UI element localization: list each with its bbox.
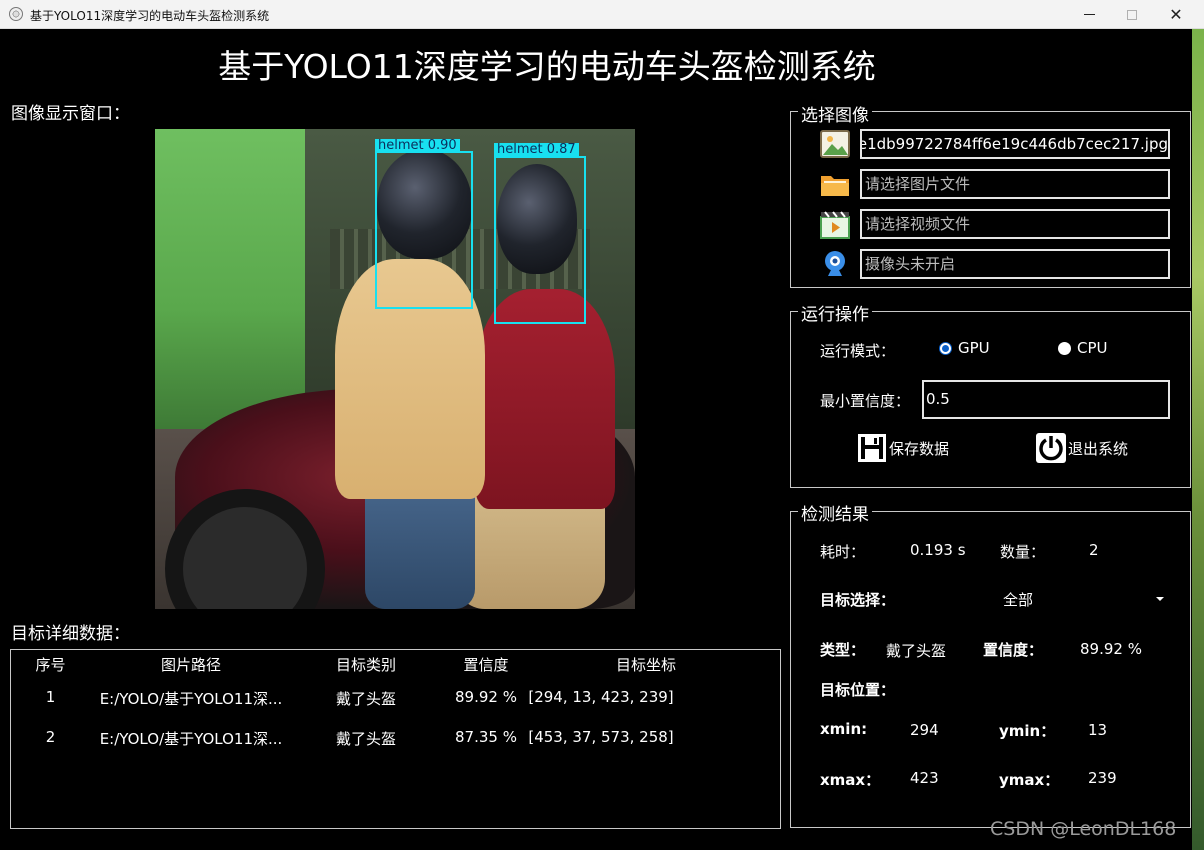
confidence-value: 89.92 % <box>1080 640 1142 658</box>
cell-path: E:/YOLO/基于YOLO11深... <box>99 690 283 708</box>
count-label: 数量： <box>1000 543 1046 561</box>
window-titlebar: 基于YOLO11深度学习的电动车头盔检测系统 ✕ <box>0 0 1204 29</box>
cell-coords: [453, 37, 573, 258] <box>528 728 674 746</box>
ymin-value: 13 <box>1088 721 1108 739</box>
image-path-field[interactable]: 8e1db99722784ff6e19c446db7cec217.jpg <box>860 129 1170 159</box>
cell-index: 2 <box>45 728 56 746</box>
column-header[interactable]: 图片路径 <box>111 654 271 675</box>
gpu-radio[interactable] <box>939 342 952 355</box>
xmin-value: 294 <box>910 721 939 739</box>
detection-box <box>375 151 473 309</box>
detection-results-title: 检测结果 <box>798 500 872 525</box>
exit-system-label: 退出系统 <box>1068 439 1129 458</box>
column-header[interactable]: 序号 <box>23 654 78 675</box>
minimize-button[interactable] <box>1066 0 1112 29</box>
cell-index: 1 <box>45 688 56 706</box>
detection-box <box>494 156 586 324</box>
video-icon[interactable] <box>820 209 850 239</box>
select-image-title: 选择图像 <box>798 101 872 126</box>
target-select-label: 目标选择： <box>820 591 896 609</box>
detection-label: helmet 0.90 <box>375 139 460 153</box>
xmax-value: 423 <box>910 769 939 787</box>
cell-path: E:/YOLO/基于YOLO11深... <box>99 730 283 748</box>
time-value: 0.193 s <box>910 541 966 559</box>
cpu-radio[interactable] <box>1058 342 1071 355</box>
page-title: 基于YOLO11深度学习的电动车头盔检测系统 <box>218 47 876 86</box>
close-button[interactable]: ✕ <box>1153 0 1199 29</box>
target-details-label: 目标详细数据： <box>11 624 130 644</box>
ymax-value: 239 <box>1088 769 1117 787</box>
run-mode-label: 运行模式： <box>820 342 896 360</box>
desktop-background-strip <box>1192 29 1204 850</box>
cell-class: 戴了头盔 <box>335 690 396 708</box>
cell-coords: [294, 13, 423, 239] <box>528 688 674 706</box>
min-confidence-input[interactable]: 0.5 <box>922 380 1170 419</box>
column-header[interactable]: 目标坐标 <box>566 654 726 675</box>
exit-system-button[interactable]: 退出系统 <box>1036 433 1128 463</box>
time-label: 耗时： <box>820 543 866 561</box>
ymax-label: ymax： <box>999 771 1060 789</box>
column-header[interactable]: 置信度 <box>436 654 536 675</box>
target-position-label: 目标位置： <box>820 681 896 699</box>
min-confidence-label: 最小置信度： <box>820 392 911 410</box>
image-display-label: 图像显示窗口： <box>11 104 130 124</box>
detection-label: helmet 0.87 <box>494 143 579 157</box>
image-icon[interactable] <box>820 129 850 159</box>
run-operation-title: 运行操作 <box>798 300 872 325</box>
folder-icon[interactable] <box>820 169 850 199</box>
image-file-input[interactable]: 请选择图片文件 <box>860 169 1170 199</box>
maximize-button[interactable] <box>1109 0 1155 29</box>
confidence-label: 置信度： <box>983 641 1044 659</box>
xmin-label: xmin: <box>820 720 868 738</box>
type-label: 类型： <box>820 641 866 659</box>
xmax-label: xmax： <box>820 771 881 789</box>
save-icon <box>858 434 886 462</box>
target-select-dropdown[interactable]: 全部 <box>1003 589 1033 610</box>
watermark: CSDN @LeonDL168 <box>990 818 1177 840</box>
detection-image: helmet 0.90 helmet 0.87 <box>155 129 635 609</box>
video-file-input[interactable]: 请选择视频文件 <box>860 209 1170 239</box>
cell-class: 戴了头盔 <box>335 730 396 748</box>
maximize-icon <box>1127 9 1137 20</box>
ymin-label: ymin： <box>999 722 1056 740</box>
save-data-label: 保存数据 <box>889 439 950 458</box>
camera-status-field[interactable]: 摄像头未开启 <box>860 249 1170 279</box>
save-data-button[interactable]: 保存数据 <box>857 433 949 463</box>
app-icon <box>9 7 23 21</box>
gpu-radio-label[interactable]: GPU <box>958 339 990 357</box>
type-value: 戴了头盔 <box>886 642 947 660</box>
count-value: 2 <box>1089 541 1099 559</box>
results-table[interactable]: 序号 图片路径 目标类别 置信度 目标坐标 1 E:/YOLO/基于YOLO11… <box>10 649 781 829</box>
window-title: 基于YOLO11深度学习的电动车头盔检测系统 <box>30 9 270 23</box>
minimize-icon <box>1083 14 1095 15</box>
chevron-down-icon[interactable] <box>1156 597 1164 601</box>
webcam-icon[interactable] <box>820 249 850 279</box>
cpu-radio-label[interactable]: CPU <box>1077 339 1108 357</box>
column-header[interactable]: 目标类别 <box>316 654 416 675</box>
power-icon <box>1036 433 1066 463</box>
